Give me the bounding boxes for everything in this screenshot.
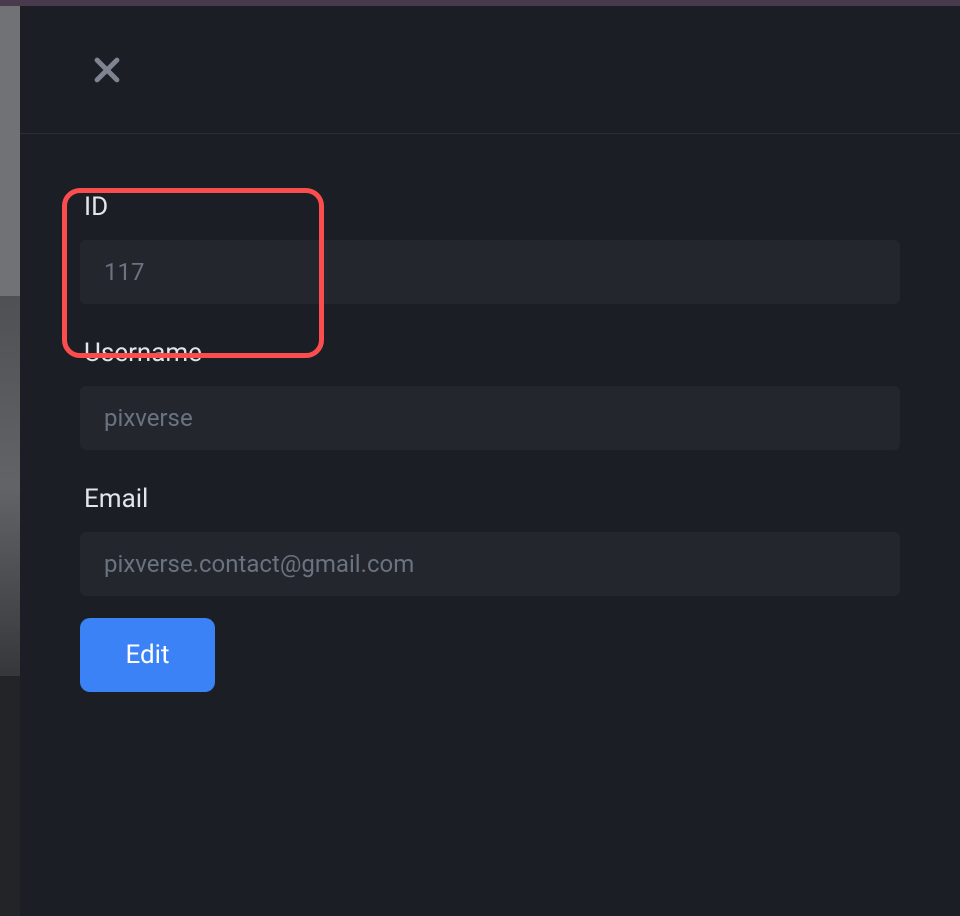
email-input [80,532,900,596]
profile-modal: ID Username Email Edit [20,6,960,916]
username-label: Username [80,338,900,368]
username-field-group: Username [80,338,900,450]
close-icon[interactable] [88,51,126,89]
form-area: ID Username Email Edit [20,134,960,692]
background-sliver [0,6,20,916]
email-label: Email [80,484,900,514]
email-field-group: Email [80,484,900,596]
username-input [80,386,900,450]
id-label: ID [80,192,900,222]
edit-button[interactable]: Edit [80,618,215,692]
id-field-group: ID [80,192,900,304]
id-input [80,240,900,304]
modal-header [20,6,960,134]
